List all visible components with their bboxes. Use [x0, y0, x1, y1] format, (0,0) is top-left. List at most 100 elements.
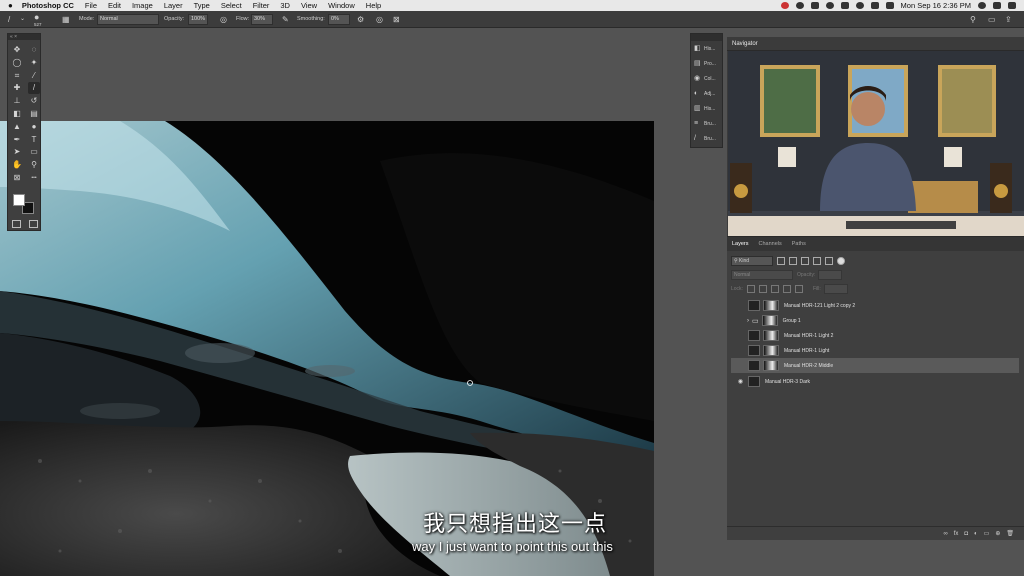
- battery-icon[interactable]: [885, 2, 894, 9]
- layer-mask-thumbnail[interactable]: [763, 345, 779, 356]
- filter-type-icon[interactable]: [801, 257, 809, 265]
- panel-strip-header[interactable]: [691, 34, 722, 41]
- opacity-field[interactable]: 100%: [188, 14, 208, 25]
- stamp-tool-icon[interactable]: ⊥: [11, 95, 23, 107]
- type-tool-icon[interactable]: T: [28, 134, 40, 146]
- layer-thumbnail[interactable]: [748, 345, 760, 356]
- lock-pixels-icon[interactable]: [758, 285, 767, 293]
- lasso-tool-icon[interactable]: ◯: [11, 57, 23, 69]
- pressure-opacity-icon[interactable]: ◎: [220, 14, 227, 25]
- magic-wand-tool-icon[interactable]: ✦: [28, 57, 40, 69]
- new-layer-icon[interactable]: ⊕: [995, 530, 1000, 537]
- menu-3d[interactable]: 3D: [280, 1, 290, 10]
- kind-filter-select[interactable]: ⚲ Kind: [731, 256, 773, 266]
- lock-transparent-icon[interactable]: [746, 285, 755, 293]
- navigator-tab[interactable]: Navigator: [727, 37, 1024, 51]
- pen-tool-icon[interactable]: ✒: [11, 134, 23, 146]
- layer-name[interactable]: Group 1: [783, 318, 801, 324]
- menu-file[interactable]: File: [85, 1, 97, 10]
- layer-name[interactable]: Manual HDR-1 Light 2: [784, 333, 833, 339]
- flow-field[interactable]: 30%: [251, 14, 273, 25]
- tab-channels[interactable]: Channels: [759, 241, 782, 247]
- mode-select[interactable]: Normal: [97, 14, 159, 25]
- layer-mask-thumbnail[interactable]: [763, 330, 779, 341]
- document-canvas[interactable]: 我只想指出这一点 way I just want to point this o…: [0, 121, 654, 576]
- blur-tool-icon[interactable]: ▲: [11, 121, 23, 133]
- share-icon[interactable]: ⇪: [1005, 14, 1012, 25]
- gradient-tool-icon[interactable]: ▤: [28, 108, 40, 120]
- layer-row[interactable]: Manual HDR-1 Light 2: [731, 328, 1019, 343]
- lock-all-icon[interactable]: [794, 285, 803, 293]
- lasso-select-tool-icon[interactable]: ◌: [28, 44, 40, 56]
- layer-row[interactable]: Manual HDR-2 Middle: [731, 358, 1019, 373]
- layer-thumbnail[interactable]: [748, 330, 760, 341]
- brush-settings-icon[interactable]: ▦: [62, 14, 70, 25]
- mask-icon[interactable]: ◘: [964, 531, 968, 537]
- layer-name[interactable]: Manual HDR-3 Dark: [765, 379, 810, 385]
- layer-mask-thumbnail[interactable]: [763, 300, 779, 311]
- workspace-icon[interactable]: ▭: [988, 14, 996, 25]
- layer-thumbnail[interactable]: [748, 376, 760, 387]
- more-tools-icon[interactable]: •••: [28, 172, 40, 184]
- layer-opacity-field[interactable]: [818, 270, 843, 280]
- brush-tool-icon[interactable]: /: [28, 82, 40, 95]
- tool-preset-chevron-icon[interactable]: ⌄: [20, 14, 25, 25]
- panel-strip-item[interactable]: ◐ Adj...: [691, 86, 722, 101]
- folder-icon[interactable]: ▭: [984, 530, 990, 537]
- layer-mask-thumbnail[interactable]: [761, 315, 778, 326]
- brush-tool-icon[interactable]: /: [8, 14, 10, 25]
- healing-tool-icon[interactable]: ✚: [11, 82, 23, 94]
- layer-row[interactable]: › ▭ Group 1: [731, 313, 1019, 328]
- layer-thumbnail[interactable]: [748, 300, 760, 311]
- visibility-eye-icon[interactable]: ◉: [736, 378, 745, 385]
- menu-filter[interactable]: Filter: [253, 1, 270, 10]
- menu-layer[interactable]: Layer: [164, 1, 183, 10]
- layer-name[interactable]: Manual HDR-2 Middle: [784, 363, 833, 369]
- volume-icon[interactable]: [870, 2, 879, 9]
- search-icon[interactable]: ⚲: [970, 14, 976, 25]
- crop-tool-icon[interactable]: ⌗: [11, 70, 23, 82]
- layer-thumbnail[interactable]: [748, 360, 760, 371]
- path-select-tool-icon[interactable]: ➤: [11, 146, 23, 158]
- layer-row[interactable]: Manual HDR-1 Light: [731, 343, 1019, 358]
- siri-icon[interactable]: [993, 2, 1001, 9]
- menu-select[interactable]: Select: [221, 1, 242, 10]
- filter-shape-icon[interactable]: [813, 257, 821, 265]
- dodge-tool-icon[interactable]: ●: [28, 121, 40, 133]
- layer-mask-thumbnail[interactable]: [763, 360, 779, 371]
- creative-cloud-icon[interactable]: [795, 2, 804, 9]
- filter-smart-object-icon[interactable]: [825, 257, 833, 265]
- panel-strip-item[interactable]: ▤ Pro...: [691, 56, 722, 71]
- zoom-tool-icon[interactable]: ⚲: [28, 159, 40, 171]
- record-icon[interactable]: [780, 2, 789, 9]
- layer-row[interactable]: Manual HDR-121 Light 2 copy 2: [731, 298, 1019, 313]
- airplay-icon[interactable]: [840, 2, 849, 9]
- fill-field[interactable]: [823, 284, 848, 294]
- smoothing-options-gear-icon[interactable]: ⚙: [357, 14, 364, 25]
- filter-pixel-icon[interactable]: [777, 257, 785, 265]
- layer-name[interactable]: Manual HDR-1 Light: [784, 348, 829, 354]
- menu-help[interactable]: Help: [366, 1, 381, 10]
- eyedropper-tool-icon[interactable]: ⁄: [28, 70, 40, 82]
- trash-icon[interactable]: 🗑: [1006, 530, 1014, 537]
- filter-adjustment-icon[interactable]: [789, 257, 797, 265]
- airbrush-icon[interactable]: ✎: [282, 14, 289, 25]
- search-icon[interactable]: [978, 2, 986, 9]
- symmetry-icon[interactable]: ⊠: [393, 14, 400, 25]
- pressure-size-icon[interactable]: ◎: [376, 14, 383, 25]
- layer-row[interactable]: ◉ Manual HDR-3 Dark: [731, 374, 1019, 389]
- menu-view[interactable]: View: [301, 1, 317, 10]
- tab-layers[interactable]: Layers: [732, 241, 749, 247]
- screen-mode-icon[interactable]: [29, 220, 38, 228]
- panel-strip-item[interactable]: ◧ His...: [691, 41, 722, 56]
- dropbox-icon[interactable]: [810, 2, 819, 9]
- lock-position-icon[interactable]: [770, 285, 779, 293]
- apple-icon[interactable]: ●: [8, 1, 13, 10]
- menu-window[interactable]: Window: [328, 1, 355, 10]
- notification-center-icon[interactable]: [1008, 2, 1016, 9]
- frame-tool-icon[interactable]: ⊠: [11, 172, 23, 184]
- move-tool-icon[interactable]: ✥: [11, 44, 23, 56]
- shape-tool-icon[interactable]: ▭: [28, 146, 40, 158]
- eraser-tool-icon[interactable]: ◧: [11, 108, 23, 120]
- foreground-color-swatch[interactable]: [13, 194, 25, 206]
